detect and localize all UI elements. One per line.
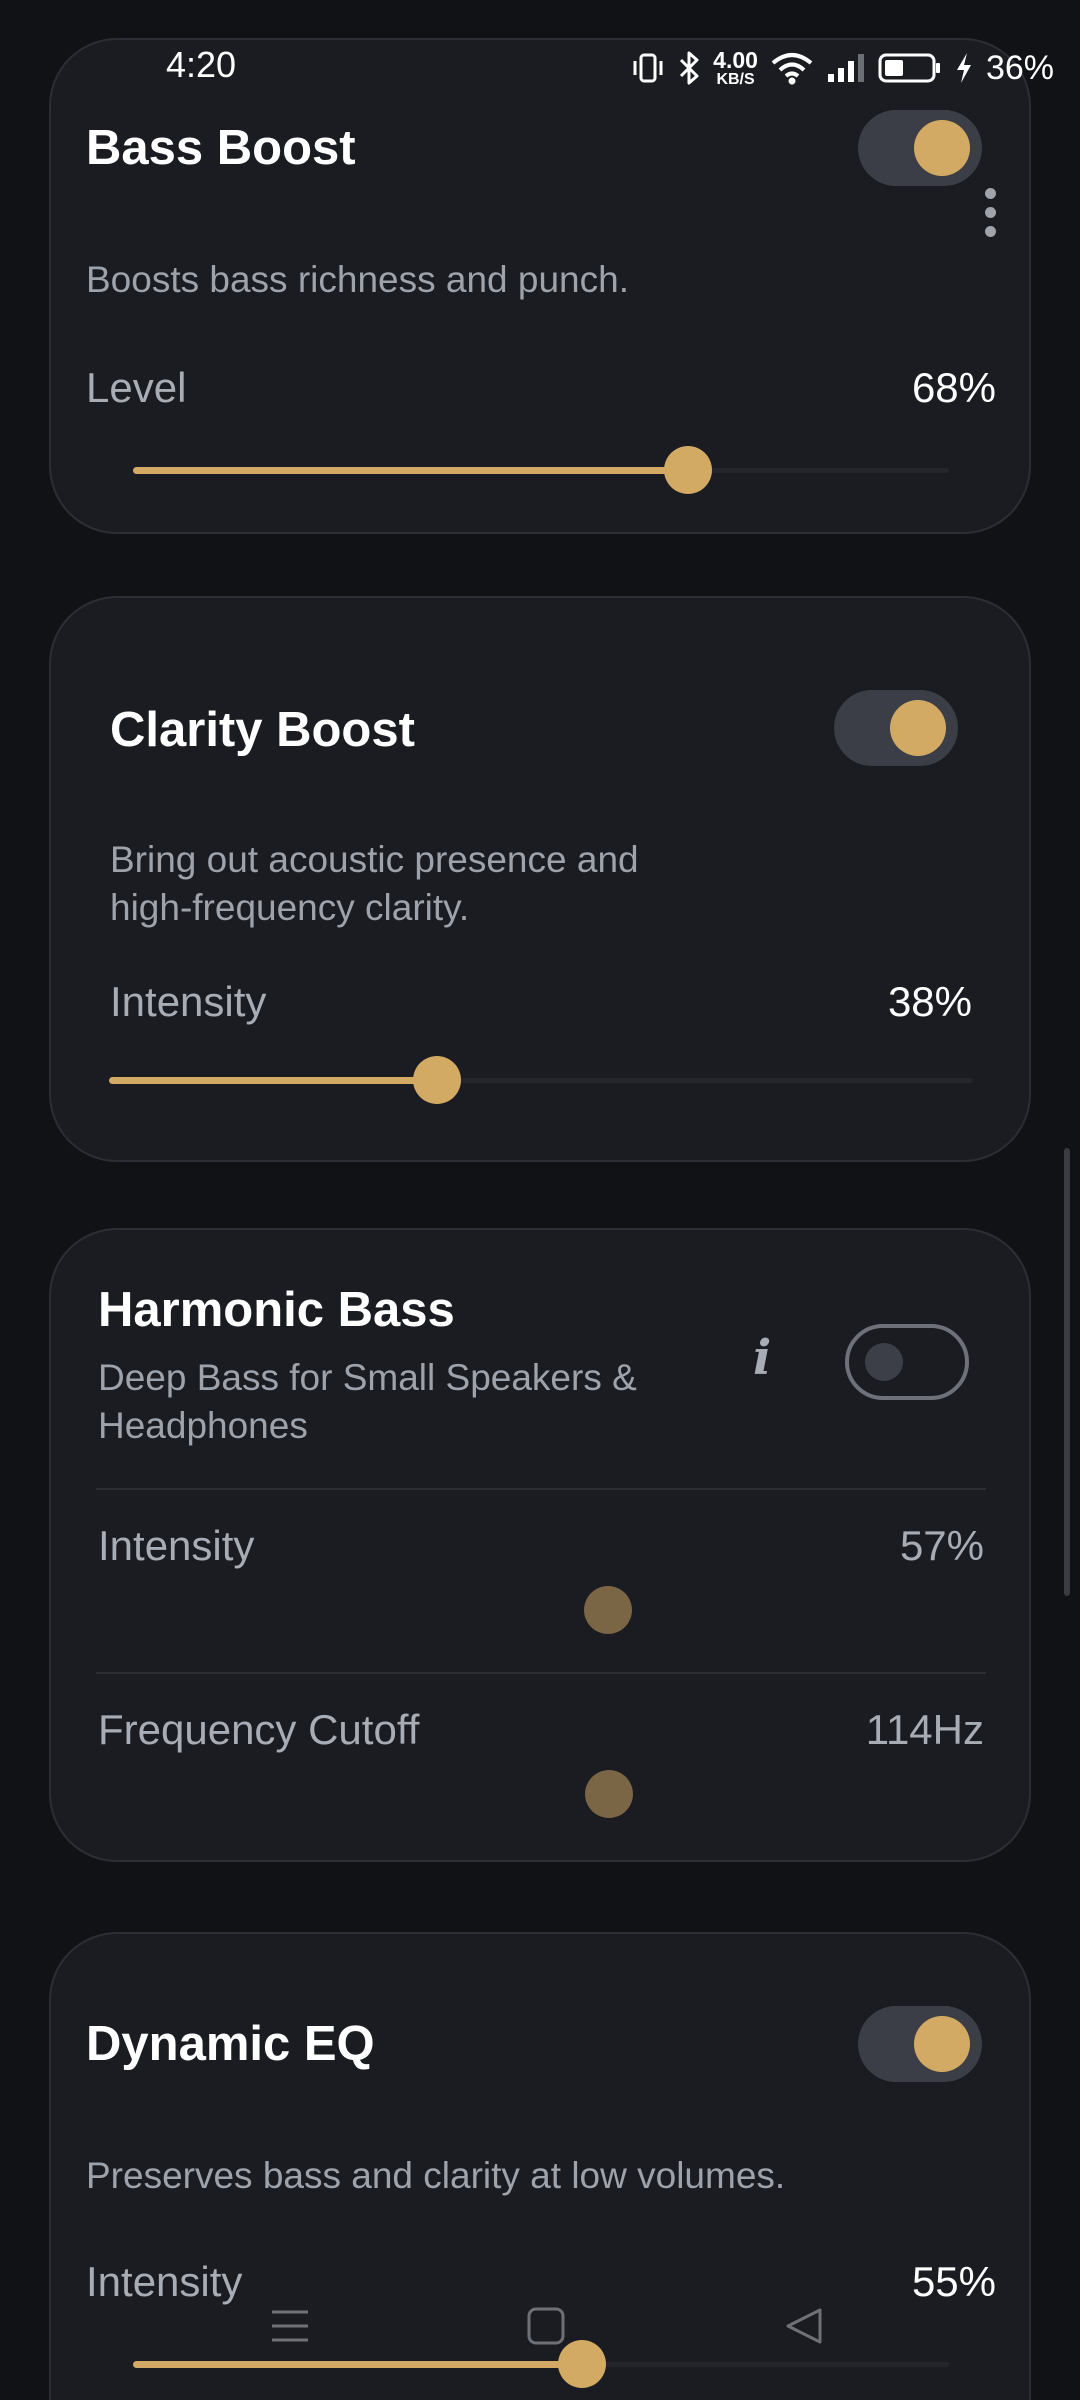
clarity-boost-title: Clarity Boost xyxy=(110,703,415,757)
bass-boost-level-value: 68% xyxy=(911,364,996,411)
wifi-icon xyxy=(770,51,814,85)
toggle-knob xyxy=(890,700,946,756)
bass-boost-level-label: Level xyxy=(86,364,187,411)
clarity-boost-description: Bring out acoustic presence and high-fre… xyxy=(110,836,639,932)
info-icon[interactable]: i xyxy=(753,1330,771,1386)
bass-boost-description: Boosts bass richness and punch. xyxy=(86,259,629,300)
bass-boost-level-slider[interactable] xyxy=(133,446,949,494)
slider-thumb[interactable] xyxy=(663,446,712,494)
harmonic-bass-intensity-slider[interactable] xyxy=(123,1586,973,1634)
slider-thumb[interactable] xyxy=(413,1056,462,1104)
harmonic-bass-card: Harmonic Bass Deep Bass for Small Speake… xyxy=(49,1228,1031,1862)
slider-thumb[interactable] xyxy=(585,1770,633,1818)
harmonic-bass-intensity-label: Intensity xyxy=(98,1522,255,1569)
clarity-boost-toggle[interactable] xyxy=(834,690,958,766)
toggle-knob xyxy=(865,1343,903,1381)
clarity-boost-intensity-slider[interactable] xyxy=(109,1056,973,1104)
net-speed-value: 4.00 xyxy=(713,46,758,73)
clarity-boost-description-line2: high-frequency clarity. xyxy=(110,887,470,928)
vibrate-icon xyxy=(631,52,665,84)
harmonic-bass-divider-2 xyxy=(96,1672,986,1674)
dynamic-eq-title: Dynamic EQ xyxy=(86,2017,375,2071)
status-icons: 4.00 KB/S 36% xyxy=(631,40,1054,96)
slider-fill xyxy=(133,467,688,474)
clarity-boost-card: Clarity Boost Bring out acoustic presenc… xyxy=(49,596,1031,1162)
signal-icon xyxy=(826,52,866,84)
nav-home-icon[interactable] xyxy=(526,2306,566,2351)
toggle-knob xyxy=(914,2016,970,2072)
status-bar: 4:20 4.00 KB/S 36% xyxy=(0,0,1080,136)
scroll-indicator[interactable] xyxy=(1064,1148,1070,1596)
harmonic-bass-description-line1: Deep Bass for Small Speakers & xyxy=(98,1357,637,1398)
screen: 4:20 4.00 KB/S 36% Bass Boost Boosts bas… xyxy=(0,0,1080,2400)
harmonic-bass-intensity-value: 57% xyxy=(899,1522,984,1569)
nav-back-icon[interactable] xyxy=(784,2306,824,2351)
battery-icon xyxy=(878,52,942,84)
harmonic-bass-cutoff-label: Frequency Cutoff xyxy=(98,1706,420,1753)
net-speed-unit: KB/S xyxy=(716,70,755,88)
harmonic-bass-description: Deep Bass for Small Speakers & Headphone… xyxy=(98,1354,637,1450)
bluetooth-icon xyxy=(677,50,701,86)
clarity-boost-intensity-value: 38% xyxy=(887,978,972,1025)
dynamic-eq-toggle[interactable] xyxy=(858,2006,982,2082)
harmonic-bass-description-line2: Headphones xyxy=(98,1405,308,1446)
harmonic-bass-title: Harmonic Bass xyxy=(98,1283,455,1337)
nav-recents-icon[interactable] xyxy=(270,2306,310,2351)
harmonic-bass-cutoff-slider[interactable] xyxy=(123,1770,973,1818)
slider-thumb[interactable] xyxy=(583,1586,632,1634)
dynamic-eq-description: Preserves bass and clarity at low volume… xyxy=(86,2155,786,2196)
status-time: 4:20 xyxy=(166,44,237,85)
harmonic-bass-cutoff-value: 114Hz xyxy=(865,1706,984,1753)
charging-bolt-icon xyxy=(954,51,974,85)
more-vert-icon[interactable] xyxy=(980,188,1000,244)
clarity-boost-intensity-label: Intensity xyxy=(110,978,267,1025)
navigation-bar xyxy=(0,2296,1080,2376)
battery-percent: 36% xyxy=(985,48,1054,87)
net-speed: 4.00 KB/S xyxy=(713,46,758,88)
slider-fill xyxy=(109,1077,438,1084)
harmonic-bass-toggle[interactable] xyxy=(845,1324,969,1400)
harmonic-bass-divider-1 xyxy=(96,1488,986,1490)
clarity-boost-description-line1: Bring out acoustic presence and xyxy=(110,839,639,880)
